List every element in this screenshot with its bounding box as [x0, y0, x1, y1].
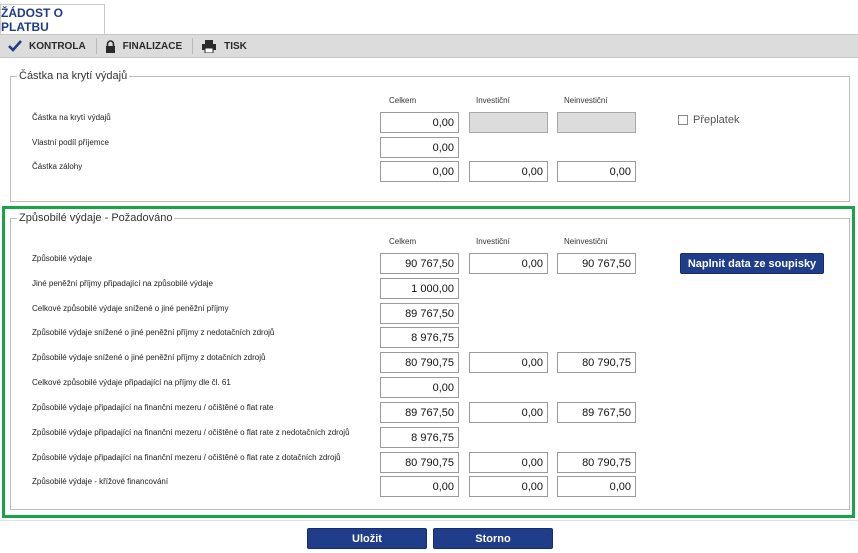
mezera-celkem-field[interactable]: 89 767,50	[380, 402, 459, 423]
celkove-snizene-field[interactable]: 89 767,50	[380, 303, 459, 324]
section-castka-legend: Částka na krytí výdajů	[19, 70, 128, 82]
snizene-dotacni-neinvesticni-field[interactable]: 80 790,75	[557, 352, 636, 373]
row-label: Celkové způsobilé výdaje připadající na …	[32, 378, 231, 387]
castka-neinvesticni-field	[557, 112, 636, 133]
castka-celkem-field[interactable]: 0,00	[380, 112, 459, 133]
mezera-nedotacni-field[interactable]: 8 976,75	[380, 427, 459, 448]
prijmy-cl61-field[interactable]: 0,00	[380, 377, 459, 398]
zv-celkem-field[interactable]: 90 767,50	[380, 253, 459, 274]
zaloha-celkem-field[interactable]: 0,00	[380, 161, 459, 182]
mezera-dotacni-celkem-field[interactable]: 80 790,75	[380, 452, 459, 473]
mezera-investicni-field[interactable]: 0,00	[469, 402, 548, 423]
snizene-dotacni-investicni-field[interactable]: 0,00	[469, 352, 548, 373]
vlastni-podil-field[interactable]: 0,00	[380, 137, 459, 158]
cancel-button[interactable]: Storno	[433, 528, 553, 549]
tisk-label: TISK	[224, 40, 247, 52]
col-header-celkem: Celkem	[389, 96, 417, 105]
row-label: Vlastní podíl příjemce	[32, 138, 109, 147]
castka-investicni-field	[469, 112, 548, 133]
krizove-neinvesticni-field[interactable]: 0,00	[557, 476, 636, 497]
zaloha-investicni-field[interactable]: 0,00	[469, 161, 548, 182]
row-label: Způsobilé výdaje připadající na finanční…	[32, 428, 350, 437]
mezera-dotacni-investicni-field[interactable]: 0,00	[469, 452, 548, 473]
tab-bar: ŽÁDOST O PLATBU	[0, 0, 858, 34]
tab-zadost-o-platbu[interactable]: ŽÁDOST O PLATBU	[0, 4, 105, 34]
krizove-celkem-field[interactable]: 0,00	[380, 476, 459, 497]
snizene-dotacni-celkem-field[interactable]: 80 790,75	[380, 352, 459, 373]
save-button[interactable]: Uložit	[307, 528, 427, 549]
kontrola-button[interactable]: KONTROLA	[0, 35, 96, 57]
row-label: Způsobilé výdaje - křížové financování	[32, 477, 169, 486]
zv-neinvesticni-field[interactable]: 90 767,50	[557, 253, 636, 274]
preplatek-checkbox[interactable]	[678, 115, 688, 125]
check-icon	[8, 40, 22, 52]
krizove-investicni-field[interactable]: 0,00	[469, 476, 548, 497]
footer-bar	[0, 520, 858, 553]
col-header-investicni: Investiční	[476, 96, 510, 105]
mezera-dotacni-neinvesticni-field[interactable]: 80 790,75	[557, 452, 636, 473]
snizene-nedotacni-field[interactable]: 8 976,75	[380, 327, 459, 348]
zv-investicni-field[interactable]: 0,00	[469, 253, 548, 274]
col-header-celkem: Celkem	[389, 237, 417, 246]
section-castka-na-kryti: Částka na krytí výdajů	[10, 70, 850, 202]
row-label: Způsobilé výdaje připadající na finanční…	[32, 453, 341, 462]
lock-icon	[105, 39, 115, 53]
naplnit-data-button[interactable]: Naplnit data ze soupisky	[680, 253, 824, 274]
col-header-neinvesticni: Neinvestiční	[564, 237, 608, 246]
row-label: Jiné peněžní příjmy připadající na způso…	[32, 279, 213, 288]
row-label: Celkové způsobilé výdaje snížené o jiné …	[32, 304, 229, 313]
finalizace-button[interactable]: FINALIZACE	[97, 35, 192, 57]
row-label: Způsobilé výdaje snížené o jiné peněžní …	[32, 328, 275, 337]
toolbar: KONTROLA FINALIZACE TISK	[0, 34, 858, 58]
row-label: Částka na krytí výdajů	[32, 113, 111, 122]
row-label: Způsobilé výdaje	[32, 254, 93, 263]
section-zpusobile-legend: Způsobilé výdaje - Požadováno	[19, 212, 173, 224]
row-label: Částka zálohy	[32, 162, 83, 171]
finalizace-label: FINALIZACE	[122, 40, 183, 52]
row-label: Způsobilé výdaje připadající na finanční…	[32, 403, 274, 412]
zaloha-neinvesticni-field[interactable]: 0,00	[557, 161, 636, 182]
col-header-neinvesticni: Neinvestiční	[564, 96, 608, 105]
row-label: Způsobilé výdaje snížené o jiné peněžní …	[32, 353, 266, 362]
kontrola-label: KONTROLA	[29, 40, 86, 52]
jine-prijmy-field[interactable]: 1 000,00	[380, 278, 459, 299]
col-header-investicni: Investiční	[476, 237, 510, 246]
printer-icon	[202, 39, 217, 53]
tisk-button[interactable]: TISK	[193, 35, 257, 57]
mezera-neinvesticni-field[interactable]: 89 767,50	[557, 402, 636, 423]
preplatek-label: Přeplatek	[693, 114, 740, 126]
